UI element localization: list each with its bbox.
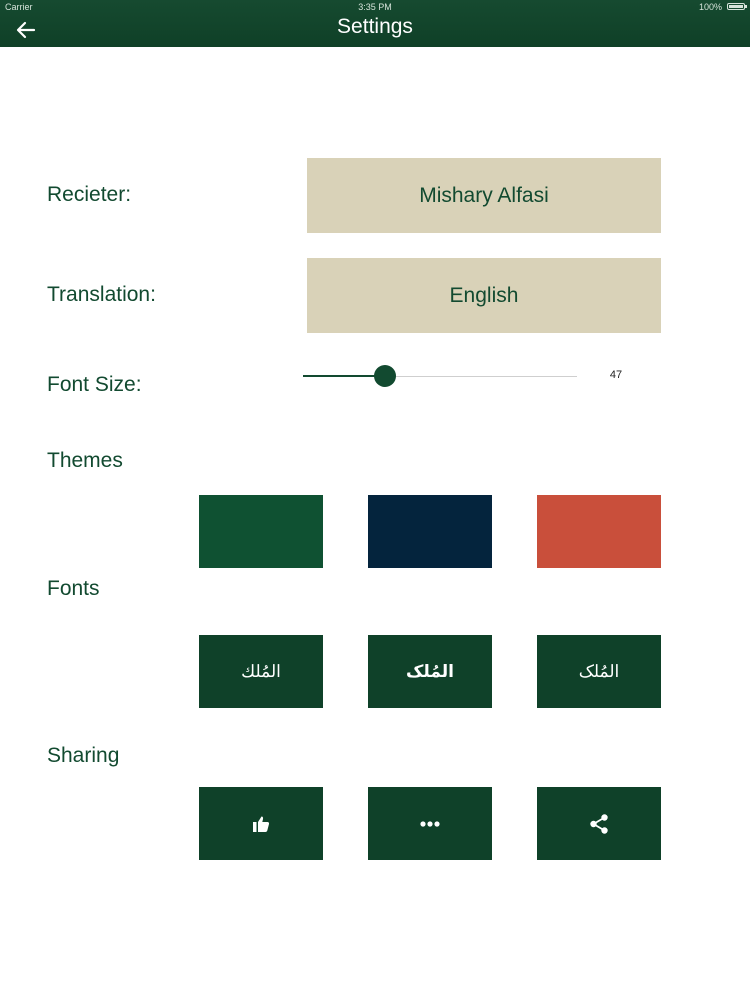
font-size-value: 47 [609, 369, 623, 381]
theme-red-swatch[interactable] [537, 495, 661, 568]
reciter-label: Recieter: [47, 183, 132, 206]
font-sample-2: المُلک [406, 661, 454, 682]
font-option-2[interactable]: المُلک [368, 635, 492, 708]
navigation-bar: Carrier 3:35 PM 100% Settings [0, 0, 750, 47]
battery-icon [727, 3, 747, 10]
font-option-1[interactable]: المُلك [199, 635, 323, 708]
theme-navy-swatch[interactable] [368, 495, 492, 568]
slider-thumb[interactable] [374, 365, 396, 387]
translation-picker[interactable]: English [307, 258, 661, 333]
page-title: Settings [337, 15, 413, 38]
slider-fill [303, 375, 385, 377]
reciter-picker[interactable]: Mishary Alfasi [307, 158, 661, 233]
share-icon [590, 813, 608, 834]
battery-percent: 100% [698, 2, 722, 12]
themes-heading: Themes [47, 449, 123, 472]
translation-label: Translation: [47, 283, 156, 306]
like-button[interactable] [199, 787, 323, 860]
font-sample-1: المُلك [241, 661, 281, 682]
thumbs-up-icon [253, 816, 270, 832]
font-size-label: Font Size: [47, 373, 142, 396]
theme-green-swatch[interactable] [199, 495, 323, 568]
font-size-slider[interactable] [303, 360, 577, 394]
more-button[interactable] [368, 787, 492, 860]
more-dots-icon [420, 820, 440, 827]
sharing-heading: Sharing [47, 744, 120, 767]
font-option-3[interactable]: المُلک [537, 635, 661, 708]
fonts-heading: Fonts [47, 577, 100, 600]
share-button[interactable] [537, 787, 661, 860]
font-sample-3: المُلک [578, 661, 620, 681]
status-time: 3:35 PM [358, 2, 392, 12]
